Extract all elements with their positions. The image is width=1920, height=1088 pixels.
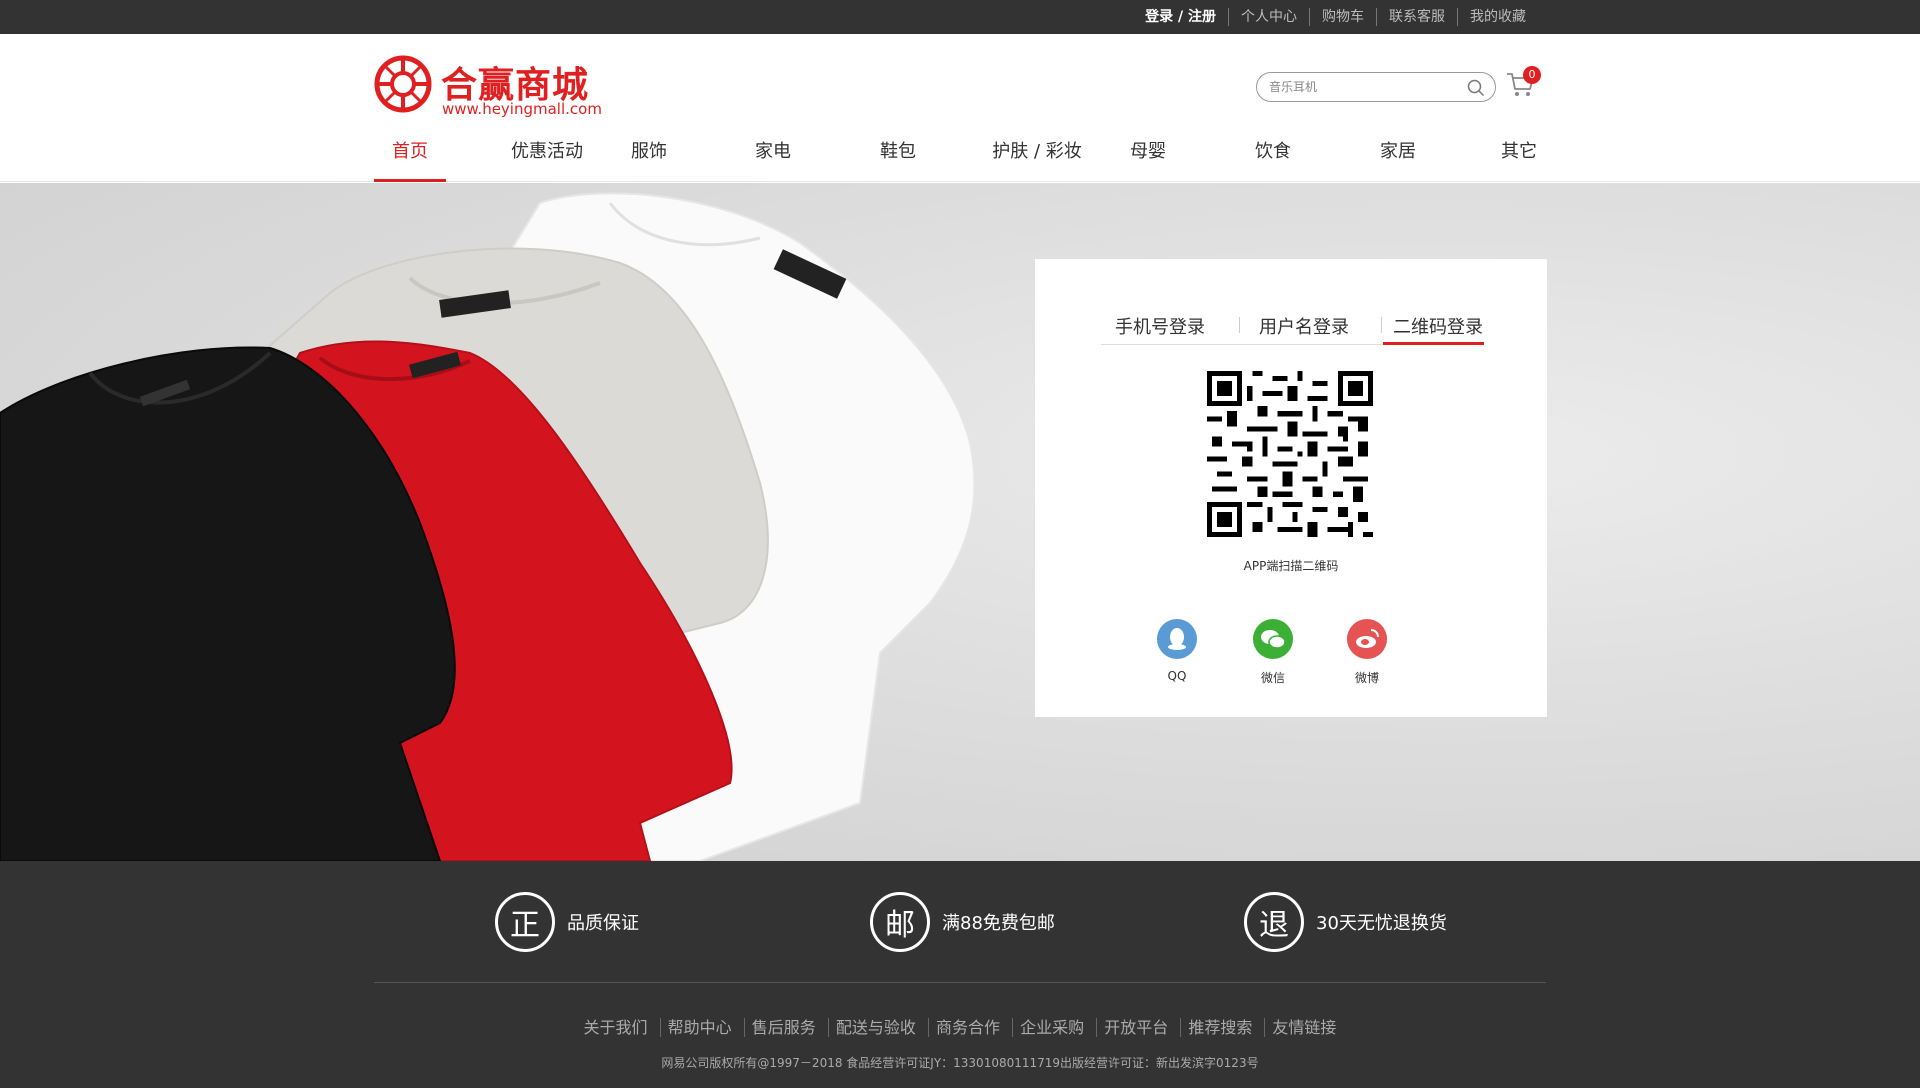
top-bar: 登录 / 注册 个人中心 购物车 联系客服 我的收藏 <box>0 0 1920 34</box>
quality-guarantee: 正 品质保证 <box>495 891 639 953</box>
personal-center-link[interactable]: 个人中心 <box>1228 8 1309 26</box>
qr-caption: APP端扫描二维码 <box>1243 559 1339 573</box>
wechat-icon <box>1253 619 1293 659</box>
site-logo[interactable]: 合赢商城 www.heyingmall.com <box>373 54 613 118</box>
tab-qrcode-login[interactable]: 二维码登录 <box>1393 313 1483 339</box>
cart-link[interactable]: 购物车 <box>1309 8 1376 26</box>
footer-link-search[interactable]: 推荐搜索 <box>1180 1018 1260 1037</box>
footer-link-delivery[interactable]: 配送与验收 <box>827 1018 923 1037</box>
footer-link-friends[interactable]: 友情链接 <box>1264 1018 1344 1037</box>
qq-icon <box>1157 619 1197 659</box>
nav-item-promotions[interactable]: 优惠活动 <box>492 134 602 182</box>
search-icon[interactable] <box>1467 79 1485 101</box>
favorites-link[interactable]: 我的收藏 <box>1457 8 1538 26</box>
qq-label: QQ <box>1167 669 1187 683</box>
nav-item-baby[interactable]: 母婴 <box>1123 134 1173 182</box>
qr-code <box>1207 371 1373 537</box>
footer-link-help[interactable]: 帮助中心 <box>659 1018 739 1037</box>
nav-item-shoes-bags[interactable]: 鞋包 <box>873 134 923 182</box>
tab-phone-login[interactable]: 手机号登录 <box>1115 313 1205 339</box>
search-input[interactable] <box>1269 78 1459 96</box>
footer-link-open-platform[interactable]: 开放平台 <box>1096 1018 1176 1037</box>
copyright: 网易公司版权所有@1997－2018 食品经营许可证JY：13301080111… <box>661 1056 1259 1070</box>
main-nav: 首页 优惠活动 服饰 家电 鞋包 护肤 / 彩妆 母婴 饮食 家居 其它 <box>374 134 1540 182</box>
footer-link-enterprise[interactable]: 企业采购 <box>1012 1018 1092 1037</box>
nav-item-other[interactable]: 其它 <box>1498 134 1540 182</box>
shipping-text: 满88免费包邮 <box>942 913 1055 934</box>
nav-item-skincare-makeup[interactable]: 护肤 / 彩妆 <box>975 134 1099 182</box>
quality-icon: 正 <box>495 892 555 952</box>
free-shipping: 邮 满88免费包邮 <box>870 891 1055 953</box>
return-policy: 退 30天无忧退换货 <box>1244 891 1447 953</box>
nav-item-home-living[interactable]: 家居 <box>1373 134 1423 182</box>
wechat-login-button[interactable]: 微信 <box>1243 619 1303 686</box>
tab-username-login[interactable]: 用户名登录 <box>1259 313 1349 339</box>
site-header: 合赢商城 www.heyingmall.com 0 首页 优惠活动 服饰 家电 … <box>0 34 1920 182</box>
nav-item-food[interactable]: 饮食 <box>1248 134 1298 182</box>
tab-divider <box>1381 317 1382 333</box>
quality-text: 品质保证 <box>567 913 639 934</box>
top-links: 登录 / 注册 个人中心 购物车 联系客服 我的收藏 <box>1133 0 1538 34</box>
cart-button[interactable]: 0 <box>1505 66 1541 104</box>
return-icon: 退 <box>1244 892 1304 952</box>
shipping-icon: 邮 <box>870 892 930 952</box>
hero-banner: 手机号登录 用户名登录 二维码登录 APP端扫描二维码 QQ 微信 微博 <box>0 183 1920 861</box>
footer-link-business[interactable]: 商务合作 <box>927 1018 1007 1037</box>
wechat-label: 微信 <box>1260 671 1285 685</box>
footer-link-after-sales[interactable]: 售后服务 <box>743 1018 823 1037</box>
active-tab-indicator <box>1383 342 1484 345</box>
login-tabs: 手机号登录 用户名登录 二维码登录 <box>1101 307 1484 345</box>
footer-links: 关于我们 帮助中心 售后服务 配送与验收 商务合作 企业采购 开放平台 推荐搜索… <box>0 1014 1920 1038</box>
logo-emblem-icon <box>374 55 432 113</box>
weibo-label: 微博 <box>1354 671 1379 685</box>
weibo-icon <box>1347 619 1387 659</box>
nav-item-home[interactable]: 首页 <box>374 134 446 182</box>
footer-link-about[interactable]: 关于我们 <box>577 1018 655 1037</box>
logo-url: www.heyingmall.com <box>442 100 602 118</box>
return-text: 30天无忧退换货 <box>1316 913 1447 934</box>
customer-service-link[interactable]: 联系客服 <box>1376 8 1457 26</box>
weibo-login-button[interactable]: 微博 <box>1337 619 1397 686</box>
qq-login-button[interactable]: QQ <box>1147 619 1207 683</box>
cart-count-badge: 0 <box>1523 66 1541 84</box>
login-register-link[interactable]: 登录 / 注册 <box>1133 8 1228 26</box>
search-box <box>1256 72 1496 102</box>
nav-item-appliances[interactable]: 家电 <box>748 134 798 182</box>
tab-divider <box>1239 317 1240 333</box>
login-panel: 手机号登录 用户名登录 二维码登录 APP端扫描二维码 QQ 微信 微博 <box>1035 259 1547 717</box>
nav-item-apparel[interactable]: 服饰 <box>624 134 674 182</box>
footer-divider <box>374 982 1546 983</box>
tshirts-photo <box>0 192 976 861</box>
site-footer: 正 品质保证 邮 满88免费包邮 退 30天无忧退换货 关于我们 帮助中心 售后… <box>0 861 1920 1088</box>
